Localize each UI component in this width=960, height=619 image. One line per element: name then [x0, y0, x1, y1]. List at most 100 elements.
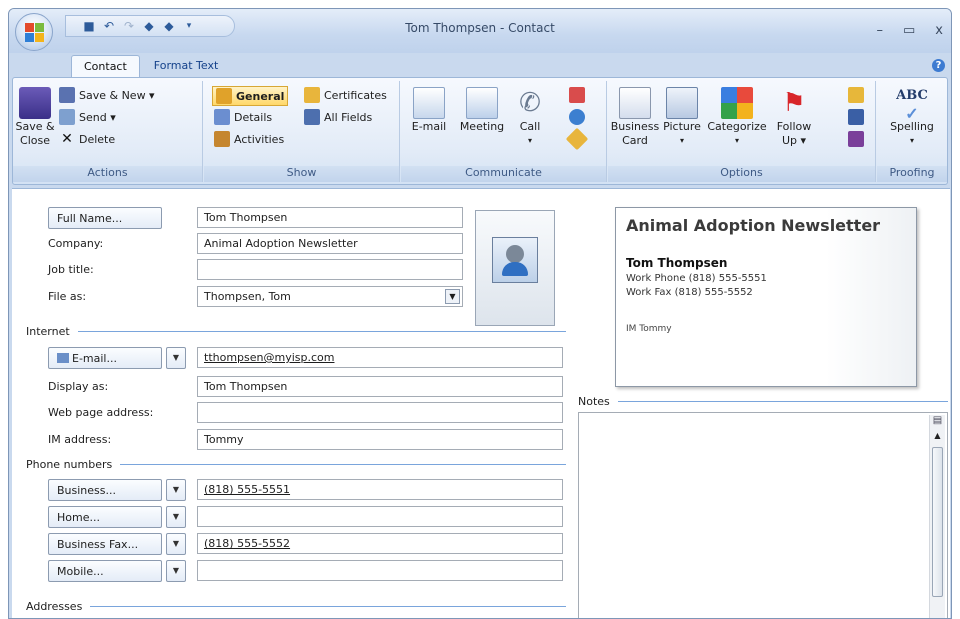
call-button[interactable]: ✆ Call ▾ — [513, 87, 547, 147]
email-dropdown[interactable]: ▼ — [166, 347, 186, 369]
expand-icon[interactable]: ▤ — [930, 415, 945, 431]
spelling-icon: ABC ✓ — [896, 88, 928, 123]
phone-icon: ✆ — [519, 88, 541, 118]
internet-section: Internet — [26, 324, 566, 338]
business-fax-dropdown[interactable]: ▼ — [166, 533, 186, 555]
job-title-field[interactable] — [197, 259, 463, 280]
map-icon[interactable] — [569, 87, 585, 103]
business-phone-button[interactable]: Business... — [48, 479, 162, 501]
full-name-field[interactable]: Tom Thompsen — [197, 207, 463, 228]
group-label-communicate: Communicate — [401, 166, 606, 182]
company-field[interactable]: Animal Adoption Newsletter — [197, 233, 463, 254]
certificates-icon — [304, 87, 320, 103]
card-work-phone: Work Phone (818) 555-5551 — [626, 273, 767, 284]
flag-icon: ⚑ — [782, 88, 806, 118]
delete-icon: ✕ — [61, 131, 73, 147]
file-as-select[interactable]: Thompsen, Tom ▼ — [197, 286, 463, 307]
display-as-label: Display as: — [48, 380, 109, 393]
save-new-icon — [59, 87, 75, 103]
tab-format-text[interactable]: Format Text — [142, 55, 231, 77]
details-icon — [214, 109, 230, 125]
mobile-phone-dropdown[interactable]: ▼ — [166, 560, 186, 582]
save-new-button[interactable]: Save & New ▾ — [59, 87, 155, 103]
minimize-button[interactable]: – — [877, 23, 884, 38]
group-label-options: Options — [608, 166, 875, 182]
spelling-button[interactable]: ABC ✓ Spelling ▾ — [885, 87, 939, 147]
display-as-field[interactable]: Tom Thompsen — [197, 376, 563, 397]
all-fields-icon — [304, 109, 320, 125]
im-address-label: IM address: — [48, 433, 112, 446]
notes-section: Notes — [578, 394, 948, 408]
certificates-button[interactable]: Certificates — [304, 87, 387, 103]
home-phone-field[interactable] — [197, 506, 563, 527]
email-button[interactable]: E-mail — [409, 87, 449, 133]
tab-contact[interactable]: Contact — [71, 55, 140, 77]
notes-field[interactable]: ▤ ▲ — [578, 412, 948, 618]
help-icon[interactable]: ? — [932, 59, 945, 72]
categorize-button[interactable]: Categorize ▾ — [706, 87, 768, 147]
activities-button[interactable]: Activities — [214, 131, 284, 147]
picture-button[interactable]: Picture ▾ — [662, 87, 702, 147]
details-button[interactable]: Details — [214, 109, 272, 125]
email-field-button[interactable]: E-mail... — [48, 347, 162, 369]
picture-icon — [666, 87, 698, 119]
contact-form: Full Name... Tom Thompsen Company: Anima… — [12, 188, 950, 618]
ribbon: Save & Close Save & New ▾ Send ▾ ✕ Delet… — [12, 77, 948, 185]
email-field[interactable]: tthompsen@myisp.com — [197, 347, 563, 368]
business-card-button[interactable]: Business Card — [611, 87, 659, 147]
group-label-show: Show — [204, 166, 399, 182]
web-page-field[interactable] — [197, 402, 563, 423]
group-options: Business Card Picture ▾ Categorize ▾ ⚑ F… — [608, 81, 876, 182]
follow-up-button[interactable]: ⚑ Follow Up ▾ — [772, 87, 816, 147]
business-phone-dropdown[interactable]: ▼ — [166, 479, 186, 501]
mobile-phone-field[interactable] — [197, 560, 563, 581]
meeting-icon — [466, 87, 498, 119]
business-fax-field[interactable]: (818) 555-5552 — [197, 533, 563, 554]
contact-picture[interactable] — [475, 210, 555, 326]
group-communicate: E-mail Meeting ✆ Call ▾ Communicate — [401, 81, 607, 182]
save-close-button[interactable]: Save & Close — [15, 87, 55, 147]
close-button[interactable]: x — [935, 23, 943, 38]
home-phone-button[interactable]: Home... — [48, 506, 162, 528]
categorize-icon — [721, 87, 753, 119]
activities-icon — [214, 131, 230, 147]
web-page-icon[interactable] — [569, 109, 585, 125]
meeting-button[interactable]: Meeting — [457, 87, 507, 133]
general-button[interactable]: General — [212, 86, 289, 106]
group-actions: Save & Close Save & New ▾ Send ▾ ✕ Delet… — [13, 81, 203, 182]
contact-avatar-icon — [492, 237, 538, 283]
im-icon[interactable] — [565, 127, 589, 151]
scroll-thumb[interactable] — [932, 447, 943, 597]
group-label-proofing: Proofing — [877, 166, 947, 182]
company-label: Company: — [48, 237, 104, 250]
home-phone-dropdown[interactable]: ▼ — [166, 506, 186, 528]
business-fax-button[interactable]: Business Fax... — [48, 533, 162, 555]
mobile-phone-button[interactable]: Mobile... — [48, 560, 162, 582]
private-lock-icon[interactable] — [848, 87, 864, 103]
card-im: IM Tommy — [626, 324, 672, 334]
group-proofing: ABC ✓ Spelling ▾ Proofing — [877, 81, 947, 182]
delete-button[interactable]: ✕ Delete — [59, 131, 115, 147]
im-address-field[interactable]: Tommy — [197, 429, 563, 450]
business-phone-field[interactable]: (818) 555-5551 — [197, 479, 563, 500]
addresses-section: Addresses — [26, 599, 566, 613]
all-fields-button[interactable]: All Fields — [304, 109, 372, 125]
check-names-icon[interactable] — [848, 131, 864, 147]
card-company: Animal Adoption Newsletter — [626, 216, 881, 235]
group-label-actions: Actions — [13, 166, 202, 182]
card-name: Tom Thompsen — [626, 256, 728, 270]
phone-section: Phone numbers — [26, 457, 566, 471]
address-book-icon[interactable] — [848, 109, 864, 125]
business-card-icon — [619, 87, 651, 119]
maximize-button[interactable]: ▭ — [903, 23, 915, 38]
chevron-down-icon[interactable]: ▼ — [445, 289, 460, 304]
job-title-label: Job title: — [48, 263, 94, 276]
notes-scrollbar[interactable]: ▤ ▲ — [929, 415, 945, 618]
send-button[interactable]: Send ▾ — [59, 109, 116, 125]
business-card-preview[interactable]: Animal Adoption Newsletter Tom Thompsen … — [615, 207, 917, 387]
contact-window: ■ ↶ ↷ ◆ ◆ ▾ Tom Thompsen - Contact – ▭ x… — [8, 8, 952, 619]
full-name-button[interactable]: Full Name... — [48, 207, 162, 229]
title-bar: ■ ↶ ↷ ◆ ◆ ▾ Tom Thompsen - Contact – ▭ x — [9, 9, 951, 53]
email-icon — [413, 87, 445, 119]
scroll-up-icon[interactable]: ▲ — [930, 431, 945, 445]
